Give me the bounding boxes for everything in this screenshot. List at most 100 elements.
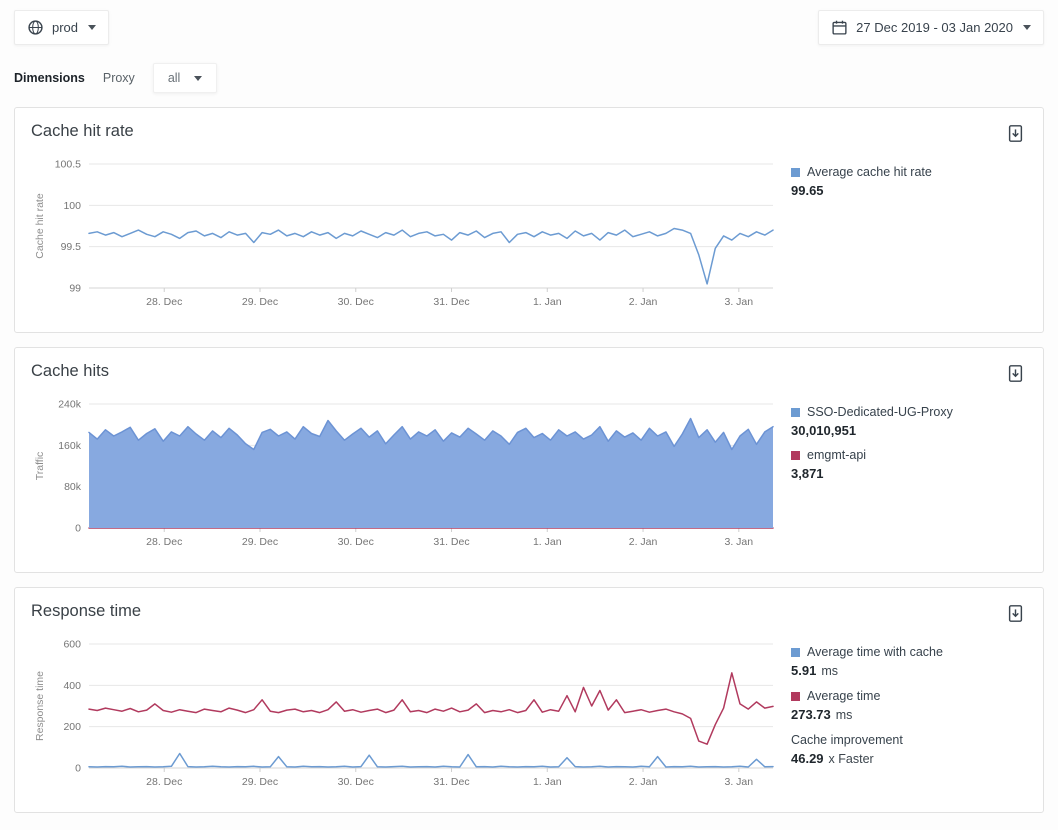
legend-value: 46.29x Faster [791, 750, 1027, 768]
svg-text:200: 200 [63, 721, 81, 733]
legend-value: 3,871 [791, 465, 1027, 482]
svg-text:29. Dec: 29. Dec [242, 776, 278, 788]
chart-title: Cache hits [31, 362, 109, 381]
legend-label: Average time [807, 688, 880, 705]
legend-item: Average cache hit rate 99.65 [791, 164, 1027, 199]
download-report-button[interactable] [1004, 602, 1027, 625]
legend-value: 273.73ms [791, 706, 1027, 724]
legend-swatch-red [791, 692, 800, 701]
svg-text:28. Dec: 28. Dec [146, 536, 182, 548]
analytics-dashboard: { "topbar": { "environment": "prod", "da… [0, 0, 1058, 830]
card-cache-hit-rate: Cache hit rate 99 99.5 100 100.5 28. Dec 29. … [14, 107, 1044, 333]
chart-title: Response time [31, 602, 141, 621]
legend-item: emgmt-api 3,871 [791, 447, 1027, 482]
legend-unit: ms [821, 664, 838, 678]
legend-swatch-blue [791, 168, 800, 177]
svg-text:30. Dec: 30. Dec [338, 776, 374, 788]
svg-text:99: 99 [69, 283, 81, 295]
chart-legend: Average cache hit rate 99.65 [791, 154, 1027, 207]
card-header: Cache hits [31, 362, 1027, 394]
proxy-filter-value: all [168, 71, 181, 85]
svg-text:0: 0 [75, 763, 81, 775]
legend-item: Average time 273.73ms [791, 688, 1027, 724]
caret-down-icon [1023, 25, 1031, 30]
caret-down-icon [88, 25, 96, 30]
svg-text:28. Dec: 28. Dec [146, 776, 182, 788]
svg-text:3. Jan: 3. Jan [724, 536, 753, 548]
calendar-icon [831, 19, 848, 36]
svg-text:30. Dec: 30. Dec [338, 296, 374, 308]
caret-down-icon [194, 76, 202, 81]
date-range-label: 27 Dec 2019 - 03 Jan 2020 [856, 20, 1013, 35]
svg-text:31. Dec: 31. Dec [433, 776, 469, 788]
svg-text:29. Dec: 29. Dec [242, 536, 278, 548]
svg-text:28. Dec: 28. Dec [146, 296, 182, 308]
response-time-chart[interactable]: 0 200 400 600 28. Dec 29. Dec 30. Dec 31. Dec 1.… [31, 634, 781, 802]
svg-text:30. Dec: 30. Dec [338, 536, 374, 548]
svg-text:Traffic: Traffic [34, 452, 46, 481]
svg-text:1. Jan: 1. Jan [533, 776, 562, 788]
card-cache-hits: Cache hits 0 80k 160k 240k 28. Dec 29. Dec 30.… [14, 347, 1044, 573]
legend-swatch-blue [791, 408, 800, 417]
svg-text:2. Jan: 2. Jan [629, 536, 658, 548]
svg-text:3. Jan: 3. Jan [724, 296, 753, 308]
chart-legend: SSO-Dedicated-UG-Proxy 30,010,951 emgmt-… [791, 394, 1027, 490]
legend-value: 5.91ms [791, 662, 1027, 680]
legend-swatch-blue [791, 648, 800, 657]
proxy-filter-select[interactable]: all [153, 63, 218, 93]
download-report-icon [1006, 604, 1025, 623]
svg-text:400: 400 [63, 680, 81, 692]
legend-swatch-red [791, 451, 800, 460]
svg-text:31. Dec: 31. Dec [433, 296, 469, 308]
svg-text:0: 0 [75, 523, 81, 535]
legend-item: SSO-Dedicated-UG-Proxy 30,010,951 [791, 404, 1027, 439]
legend-item: Cache improvement 46.29x Faster [791, 732, 1027, 768]
chart-area: 0 200 400 600 28. Dec 29. Dec 30. Dec 31. Dec 1.… [31, 634, 1027, 802]
svg-text:160k: 160k [58, 440, 82, 452]
svg-text:Response time: Response time [34, 671, 46, 741]
environment-label: prod [52, 20, 78, 35]
svg-text:Cache hit rate: Cache hit rate [34, 193, 46, 259]
chart-title: Cache hit rate [31, 122, 134, 141]
legend-label: Cache improvement [791, 732, 903, 749]
svg-text:100.5: 100.5 [55, 159, 81, 171]
legend-unit: ms [836, 708, 853, 722]
chart-legend: Average time with cache 5.91ms Average t… [791, 634, 1027, 776]
dimensions-label: Dimensions [14, 71, 85, 85]
globe-icon [27, 19, 44, 36]
svg-text:2. Jan: 2. Jan [629, 776, 658, 788]
svg-text:600: 600 [63, 639, 81, 651]
legend-value: 99.65 [791, 182, 1027, 199]
filters-bar: Dimensions Proxy all [0, 45, 1058, 95]
card-response-time: Response time 0 200 400 600 28. Dec 29. Dec 30… [14, 587, 1044, 813]
svg-text:80k: 80k [64, 481, 82, 493]
legend-label: emgmt-api [807, 447, 866, 464]
download-report-icon [1006, 364, 1025, 383]
svg-text:99.5: 99.5 [61, 241, 82, 253]
download-report-icon [1006, 124, 1025, 143]
chart-area: 0 80k 160k 240k 28. Dec 29. Dec 30. Dec 31. Dec… [31, 394, 1027, 562]
svg-text:100: 100 [63, 200, 81, 212]
download-report-button[interactable] [1004, 362, 1027, 385]
cache-hits-chart[interactable]: 0 80k 160k 240k 28. Dec 29. Dec 30. Dec 31. Dec… [31, 394, 781, 562]
legend-item: Average time with cache 5.91ms [791, 644, 1027, 680]
svg-text:29. Dec: 29. Dec [242, 296, 278, 308]
card-header: Cache hit rate [31, 122, 1027, 154]
svg-text:3. Jan: 3. Jan [724, 776, 753, 788]
proxy-label: Proxy [103, 71, 135, 85]
topbar: prod 27 Dec 2019 - 03 Jan 2020 [0, 0, 1058, 45]
svg-text:2. Jan: 2. Jan [629, 296, 658, 308]
chart-area: 99 99.5 100 100.5 28. Dec 29. Dec 30. Dec 31. D… [31, 154, 1027, 322]
svg-text:31. Dec: 31. Dec [433, 536, 469, 548]
cache-hit-rate-chart[interactable]: 99 99.5 100 100.5 28. Dec 29. Dec 30. Dec 31. D… [31, 154, 781, 322]
svg-text:240k: 240k [58, 399, 82, 411]
legend-label: SSO-Dedicated-UG-Proxy [807, 404, 953, 421]
legend-label: Average time with cache [807, 644, 943, 661]
legend-unit: x Faster [829, 752, 874, 766]
svg-text:1. Jan: 1. Jan [533, 536, 562, 548]
environment-selector-button[interactable]: prod [14, 10, 109, 45]
download-report-button[interactable] [1004, 122, 1027, 145]
legend-value: 30,010,951 [791, 422, 1027, 439]
card-header: Response time [31, 602, 1027, 634]
date-range-picker-button[interactable]: 27 Dec 2019 - 03 Jan 2020 [818, 10, 1044, 45]
